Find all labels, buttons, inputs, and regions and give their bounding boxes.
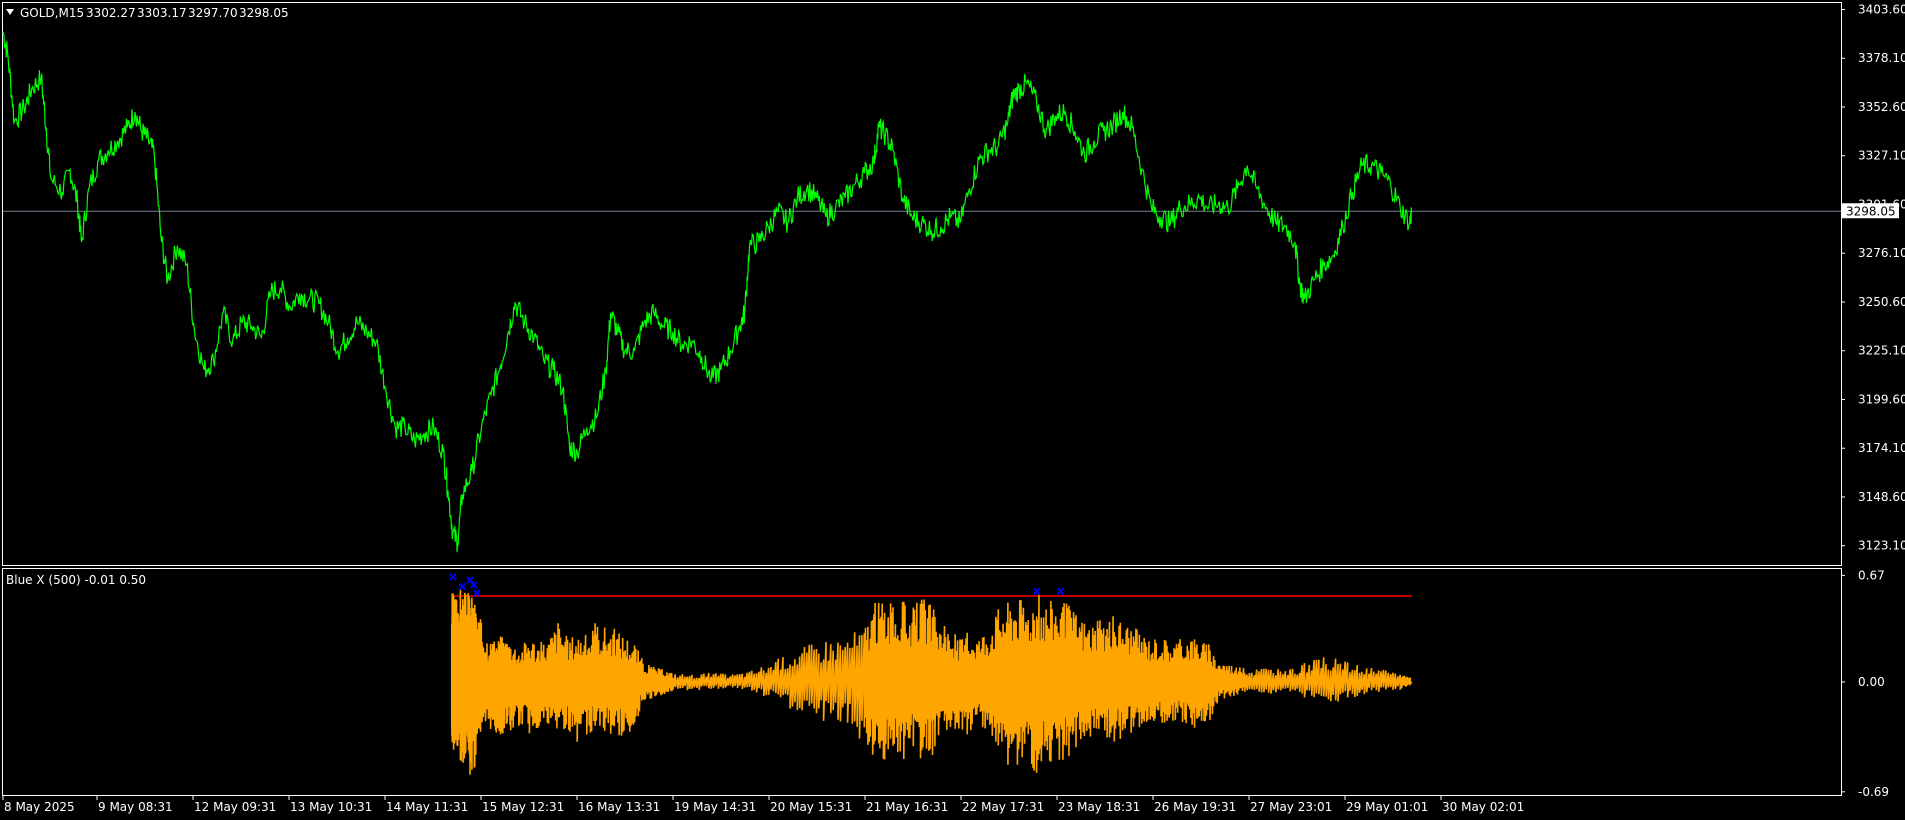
x-tick-label: 15 May 12:31 — [482, 800, 564, 814]
price-y-tick-label: 3327.10 — [1858, 149, 1905, 163]
x-tick-label: 13 May 10:31 — [290, 800, 372, 814]
price-y-tick-label: 3174.10 — [1858, 441, 1905, 455]
x-tick-label: 30 May 02:01 — [1442, 800, 1524, 814]
x-tick-label: 12 May 09:31 — [194, 800, 276, 814]
price-panel[interactable] — [2, 2, 1842, 566]
x-tick-label: 26 May 19:31 — [1154, 800, 1236, 814]
price-y-tick-label: 3378.10 — [1858, 51, 1905, 65]
x-tick-label: 21 May 16:31 — [866, 800, 948, 814]
x-tick-label: 27 May 23:01 — [1250, 800, 1332, 814]
header-symbol: GOLD,M15 — [20, 6, 84, 20]
indicator-y-tick-label: 0.67 — [1858, 568, 1885, 582]
price-y-tick-label: 3250.60 — [1858, 295, 1905, 309]
header-high: 3303.17 — [137, 6, 187, 20]
x-tick-label: 22 May 17:31 — [962, 800, 1044, 814]
header-close: 3298.05 — [239, 6, 289, 20]
x-tick-label: 9 May 08:31 — [98, 800, 173, 814]
header-open: 3302.27 — [86, 6, 136, 20]
price-y-tick-label: 3123.10 — [1858, 539, 1905, 553]
price-y-tick-label: 3276.10 — [1858, 246, 1905, 260]
price-y-tick-label: 3148.60 — [1858, 490, 1905, 504]
price-y-tick-label: 3199.60 — [1858, 392, 1905, 406]
indicator-y-tick-label: 0.00 — [1858, 675, 1885, 689]
x-tick-label: 19 May 14:31 — [674, 800, 756, 814]
price-y-tick-label: 3352.60 — [1858, 100, 1905, 114]
x-tick-label: 23 May 18:31 — [1058, 800, 1140, 814]
price-y-tick-label: 3403.60 — [1858, 2, 1905, 16]
x-tick-label: 14 May 11:31 — [386, 800, 468, 814]
x-tick-label: 16 May 13:31 — [578, 800, 660, 814]
x-tick-label: 8 May 2025 — [4, 800, 75, 814]
current-price-label: 3298.05 — [1846, 204, 1896, 218]
x-tick-label: 20 May 15:31 — [770, 800, 852, 814]
price-y-tick-label: 3225.10 — [1858, 344, 1905, 358]
indicator-y-tick-label: -0.69 — [1858, 785, 1889, 799]
x-tick-label: 29 May 01:01 — [1346, 800, 1428, 814]
trading-chart[interactable]: 3403.603378.103352.603327.103301.603276.… — [0, 0, 1905, 820]
indicator-header-label: Blue X (500) -0.01 0.50 — [6, 573, 146, 587]
header-low: 3297.70 — [188, 6, 238, 20]
